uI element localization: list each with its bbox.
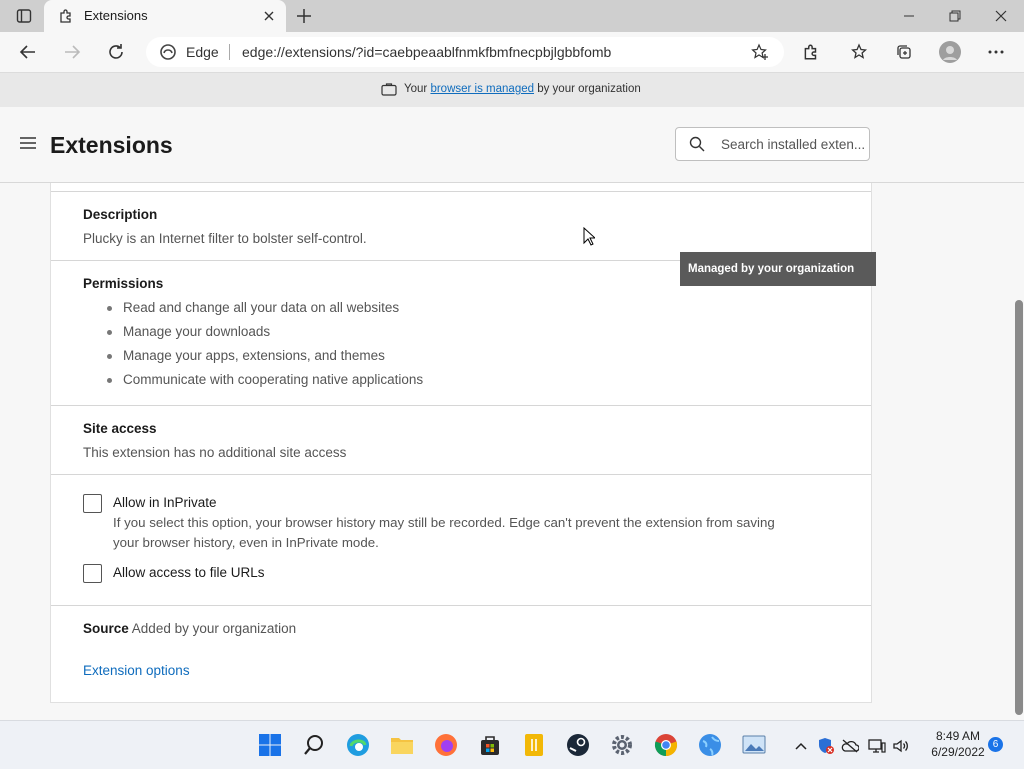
show-hidden-icons-chevron[interactable] [792,737,810,755]
managed-text-post: by your organization [537,83,641,95]
search-installed-extensions-input[interactable]: Search installed exten... [675,127,870,161]
permission-item: Manage your apps, extensions, and themes [123,348,385,363]
close-window-button[interactable] [978,0,1024,32]
taskbar: 8:49 AM 6/29/2022 6 [0,720,1024,769]
bullet [107,354,112,359]
tab-extensions[interactable]: Extensions [44,0,286,32]
page-title: Extensions [50,132,173,158]
collections-icon[interactable] [888,36,920,68]
onedrive-offline-icon[interactable] [841,737,859,755]
inprivate-description-line1: If you select this option, your browser … [113,515,775,530]
options-section: Allow in InPrivate If you select this op… [51,474,871,605]
clock-date: 6/29/2022 [931,745,985,759]
chrome-icon[interactable] [650,729,682,761]
title-bar: Extensions [0,0,1024,32]
managed-text-pre: Your [404,83,428,95]
description-section: Description Plucky is an Internet filter… [51,191,871,260]
minimize-button[interactable] [886,0,932,32]
profile-avatar-icon[interactable] [934,36,966,68]
steam-icon[interactable] [562,729,594,761]
add-favorite-icon[interactable] [751,43,769,66]
photos-app-icon[interactable] [738,729,770,761]
briefcase-icon [381,82,397,99]
hamburger-menu-icon[interactable] [19,136,37,155]
source-section: Source Added by your organization Extens… [51,605,871,702]
site-access-text: This extension has no additional site ac… [83,445,347,460]
store-icon[interactable] [474,729,506,761]
firefox-icon[interactable] [430,729,462,761]
new-tab-icon[interactable] [296,8,312,29]
site-access-heading: Site access [83,421,157,436]
scrollbar-thumb[interactable] [1015,300,1023,715]
description-text: Plucky is an Internet filter to bolster … [83,231,367,246]
site-access-section: Site access This extension has no additi… [51,405,871,474]
edge-logo-icon [160,44,176,65]
description-heading: Description [83,207,158,222]
close-tab-icon[interactable] [262,9,276,28]
managed-banner: Your browser is managed by your organiza… [0,72,1024,108]
network-icon[interactable] [868,737,886,755]
volume-icon[interactable] [892,737,910,755]
favorites-icon[interactable] [843,36,875,68]
search-icon [689,136,705,157]
edge-taskbar-icon[interactable] [342,729,374,761]
managed-tooltip: Managed by your organization [680,252,876,286]
allow-file-urls-checkbox[interactable] [83,564,102,583]
allow-inprivate-label: Allow in InPrivate [113,495,217,510]
browser-toolbar: Edge edge://extensions/?id=caebpeaablfnm… [0,32,1024,72]
search-placeholder: Search installed exten... [721,137,866,152]
tab-actions-icon[interactable] [8,0,40,32]
url-text[interactable]: edge://extensions/?id=caebpeaablfnmkfbmf… [242,44,611,60]
address-divider [229,44,230,60]
permissions-heading: Permissions [83,276,164,291]
allow-file-urls-label: Allow access to file URLs [113,565,265,580]
bullet [107,378,112,383]
refresh-icon[interactable] [100,36,132,68]
permission-item: Read and change all your data on all web… [123,300,400,315]
inprivate-description-line2: your browser history, even in InPrivate … [113,535,379,550]
source-value: Added by your organization [131,621,297,636]
browser-managed-link[interactable]: browser is managed [430,83,534,95]
permission-item: Manage your downloads [123,324,271,339]
extensions-icon [58,8,74,29]
notes-app-icon[interactable] [518,729,550,761]
back-icon[interactable] [12,36,44,68]
bullet [107,306,112,311]
extensions-toolbar-icon[interactable] [795,36,827,68]
bullet [107,330,112,335]
more-menu-icon[interactable] [980,36,1012,68]
page-header: Extensions Search installed exten... [0,107,1024,183]
clock[interactable]: 8:49 AM 6/29/2022 [920,728,996,760]
tab-title: Extensions [84,8,148,23]
mouse-cursor-icon [583,226,597,251]
source-label: Source [83,621,129,636]
defender-shield-icon[interactable] [817,737,835,755]
search-taskbar-icon[interactable] [298,729,330,761]
globe-app-icon[interactable] [694,729,726,761]
file-explorer-icon[interactable] [386,729,418,761]
allow-inprivate-checkbox[interactable] [83,494,102,513]
permission-item: Communicate with cooperating native appl… [123,372,424,387]
notification-badge[interactable]: 6 [988,737,1003,752]
settings-gear-icon[interactable] [606,729,638,761]
start-icon[interactable] [254,729,286,761]
forward-icon[interactable] [56,36,88,68]
restore-button[interactable] [932,0,978,32]
address-bar[interactable]: Edge edge://extensions/?id=caebpeaablfnm… [146,37,784,67]
edge-label: Edge [186,44,219,60]
clock-time: 8:49 AM [935,729,981,743]
extension-options-link[interactable]: Extension options [83,663,190,678]
